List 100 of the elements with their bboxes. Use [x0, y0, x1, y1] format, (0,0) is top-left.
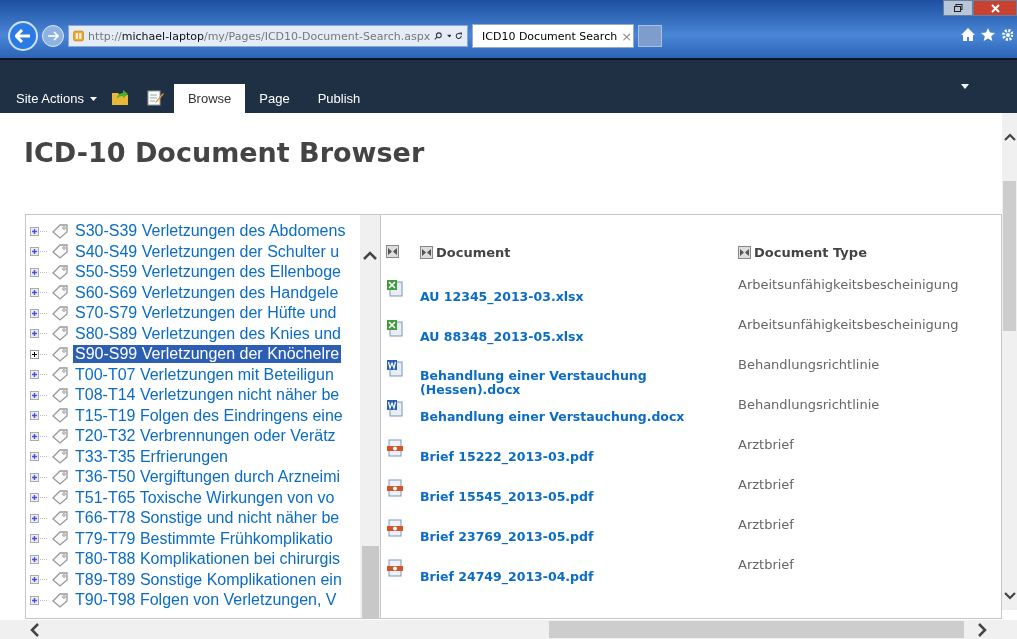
document-link[interactable]: AU 88348_2013-05.xlsx — [420, 330, 584, 344]
tree-item[interactable]: T79-T79 Bestimmte Frühkomplikatio — [73, 529, 335, 548]
document-link[interactable]: Brief 23769_2013-05.pdf — [420, 530, 594, 544]
edit-page-icon[interactable] — [146, 89, 164, 106]
tree-item[interactable]: S50-S59 Verletzungen des Ellenboge — [73, 263, 343, 282]
scroll-down-icon[interactable] — [1003, 592, 1016, 600]
expand-icon[interactable] — [30, 226, 48, 236]
tree-item[interactable]: T89-T89 Sonstige Komplikationen ein — [73, 570, 344, 589]
expand-icon[interactable] — [30, 575, 48, 585]
scroll-right-icon[interactable] — [978, 622, 987, 637]
tag-icon — [52, 346, 69, 362]
tree-item[interactable]: T36-T50 Vergiftungen durch Arzneimi — [73, 468, 343, 487]
column-header[interactable]: Document — [436, 244, 511, 260]
column-sort-icon[interactable] — [386, 245, 399, 258]
address-bar[interactable]: http://michael-laptop/my/Pages/ICD10-Document-Search.aspx — [68, 25, 468, 47]
expand-icon[interactable] — [30, 390, 48, 400]
tree-item[interactable]: T20-T32 Verbrennungen oder Verätz — [73, 427, 338, 446]
ribbon-tab[interactable]: Page — [245, 84, 304, 113]
expand-icon[interactable] — [30, 472, 48, 482]
tree-item[interactable]: S60-S69 Verletzungen des Handgele — [73, 283, 341, 302]
scroll-left-icon[interactable] — [30, 622, 39, 637]
tree-item[interactable]: T00-T07 Verletzungen mit Beteiligun — [73, 365, 336, 384]
tree-item[interactable]: S70-S79 Verletzungen der Hüfte und — [73, 304, 339, 323]
tree-item[interactable]: T51-T65 Toxische Wirkungen von vo — [73, 488, 337, 507]
scrollbar-thumb[interactable] — [549, 621, 964, 638]
tree-item[interactable]: S40-S49 Verletzungen der Schulter u — [73, 242, 342, 261]
document-link[interactable]: AU 12345_2013-03.xlsx — [420, 290, 584, 304]
scroll-up-icon[interactable] — [1003, 133, 1016, 141]
settings-icon[interactable] — [1001, 28, 1013, 42]
tree-item[interactable]: T33-T35 Erfrierungen — [73, 447, 230, 466]
expand-icon[interactable] — [30, 595, 48, 605]
home-icon[interactable] — [961, 28, 975, 41]
scroll-up-icon[interactable] — [363, 251, 377, 260]
column-header[interactable]: Document Type — [754, 244, 867, 260]
scrollbar-thumb[interactable] — [361, 546, 379, 618]
document-type: Arbeitsunfähigkeitsbescheinigung — [738, 317, 959, 332]
folder-icon[interactable] — [110, 89, 131, 106]
expand-icon[interactable] — [30, 267, 48, 277]
expand-icon[interactable] — [30, 554, 48, 564]
expand-icon[interactable] — [30, 329, 48, 339]
document-file-icon — [386, 399, 404, 417]
tree-item[interactable]: S80-S89 Verletzungen des Knies und — [73, 324, 343, 343]
ribbon-tab[interactable]: Publish — [303, 84, 375, 113]
scrollbar-thumb[interactable] — [1003, 181, 1016, 331]
tag-icon — [52, 572, 69, 588]
tag-icon — [52, 551, 69, 567]
column-sort-icon[interactable] — [420, 245, 433, 259]
document-type: Behandlungsrichtlinie — [738, 397, 881, 412]
scrollbar[interactable] — [360, 215, 380, 618]
document-type: Arztbrief — [738, 437, 795, 452]
column-sort-icon[interactable] — [738, 245, 751, 259]
document-link[interactable]: Behandlung einer Verstauchung (Hessen).docx — [420, 369, 700, 397]
expand-icon[interactable] — [30, 493, 48, 503]
document-link[interactable]: Brief 15222_2013-03.pdf — [420, 450, 594, 464]
document-type: Arbeitsunfähigkeitsbescheinigung — [738, 277, 959, 292]
tag-icon — [52, 510, 69, 526]
expand-icon[interactable] — [30, 247, 48, 257]
tree-item[interactable]: T08-T14 Verletzungen nicht näher be — [73, 386, 342, 405]
site-icon — [73, 28, 85, 44]
tag-icon — [52, 285, 69, 301]
dropdown-caret-icon[interactable] — [446, 33, 452, 39]
pdf-file-icon — [386, 559, 404, 577]
expand-icon[interactable] — [30, 534, 48, 544]
close-tab-button[interactable]: × — [621, 28, 633, 44]
site-actions-menu[interactable]: Site Actions — [10, 91, 105, 113]
expand-icon[interactable] — [30, 370, 48, 380]
tag-icon — [52, 387, 69, 403]
close-window-button[interactable] — [973, 0, 1017, 16]
tree-item[interactable]: S30-S39 Verletzungen des Abdomens — [73, 222, 348, 241]
expand-icon[interactable] — [30, 411, 48, 421]
expand-icon[interactable] — [30, 288, 48, 298]
tree-item[interactable]: S90-S99 Verletzungen der Knöchelre — [73, 345, 342, 364]
dropdown-caret-icon[interactable] — [961, 84, 969, 89]
restore-button[interactable] — [943, 0, 973, 16]
scrollbar[interactable] — [1002, 113, 1017, 610]
expand-icon[interactable] — [30, 308, 48, 318]
browser-tab[interactable]: ICD10 Document Search × — [472, 24, 634, 48]
forward-button[interactable] — [42, 25, 64, 47]
tree-item[interactable]: T66-T78 Sonstige und nicht näher be — [73, 509, 342, 528]
star-icon[interactable] — [981, 28, 995, 41]
tree-item[interactable]: T15-T19 Folgen des Eindringens eine — [73, 406, 345, 425]
scrollbar[interactable] — [0, 620, 1017, 639]
document-type: Arztbrief — [738, 477, 795, 492]
expand-icon[interactable] — [30, 452, 48, 462]
document-type: Behandlungsrichtlinie — [738, 357, 881, 372]
refresh-icon[interactable] — [455, 30, 463, 42]
tag-icon — [52, 469, 69, 485]
document-link[interactable]: Behandlung einer Verstauchung.docx — [420, 410, 685, 424]
search-icon[interactable] — [434, 30, 443, 42]
ribbon-tab[interactable]: Browse — [173, 84, 246, 113]
tree-item[interactable]: T90-T98 Folgen von Verletzungen, V — [73, 591, 339, 610]
expand-icon[interactable] — [30, 513, 48, 523]
document-link[interactable]: Brief 15545_2013-05.pdf — [420, 490, 594, 504]
document-link[interactable]: Brief 24749_2013-04.pdf — [420, 570, 594, 584]
dropdown-caret-icon — [89, 96, 97, 101]
back-button[interactable] — [8, 21, 38, 51]
expand-icon[interactable] — [30, 431, 48, 441]
tag-icon — [52, 305, 69, 321]
tree-item[interactable]: T80-T88 Komplikationen bei chirurgis — [73, 550, 342, 569]
expand-icon[interactable] — [30, 349, 48, 359]
